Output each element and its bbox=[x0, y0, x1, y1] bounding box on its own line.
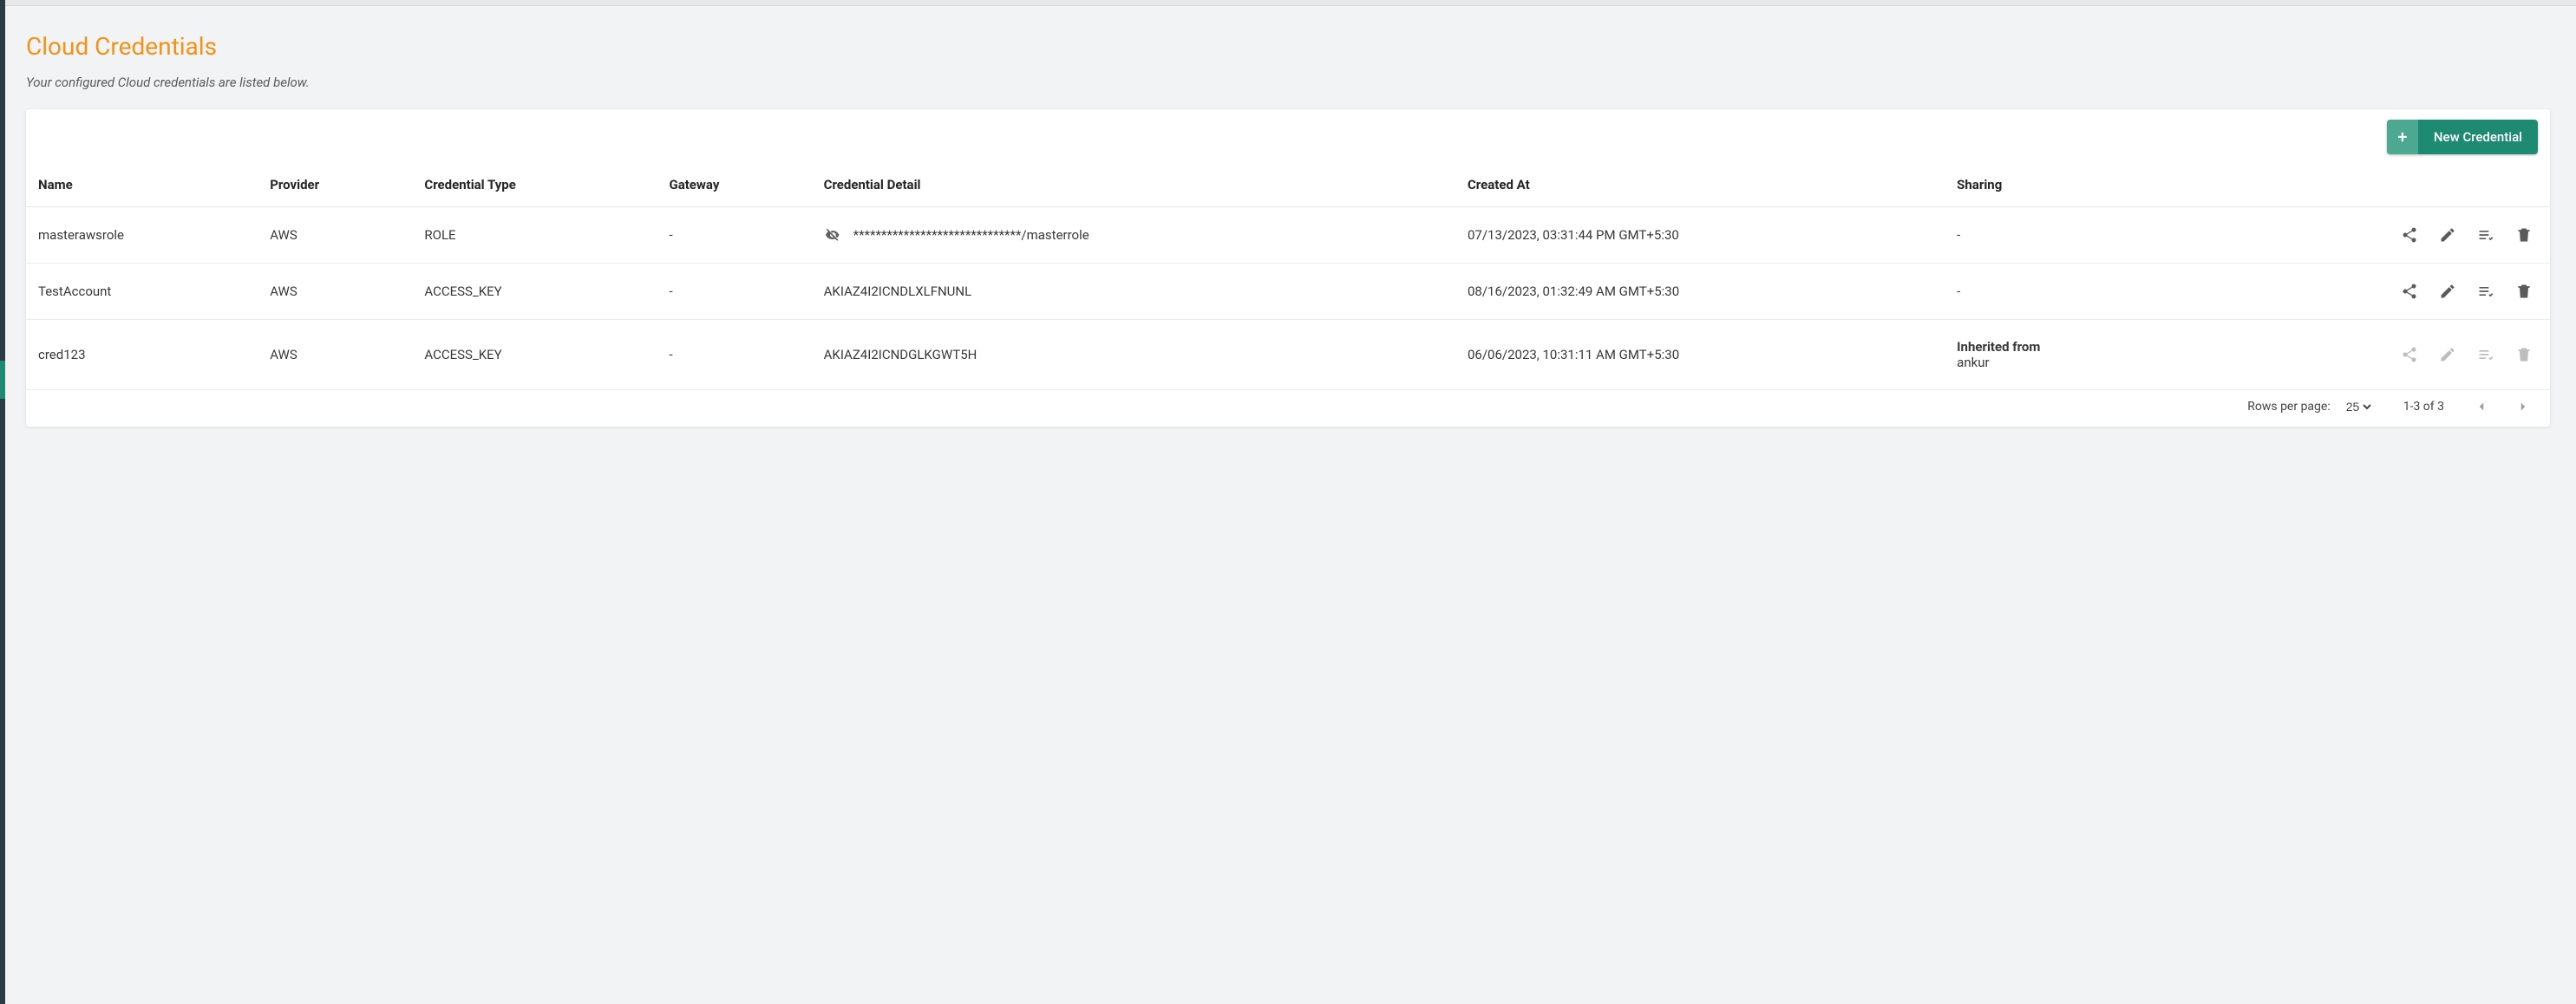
cell-detail: AKIAZ4I2ICNDGLKGWT5H bbox=[812, 320, 1455, 390]
cell-type: ACCESS_KEY bbox=[412, 320, 657, 390]
edit-icon bbox=[2439, 346, 2456, 363]
cell-created: 06/06/2023, 10:31:11 AM GMT+5:30 bbox=[1455, 320, 1945, 390]
cell-name: cred123 bbox=[26, 320, 258, 390]
detail-text: ******************************/masterrol… bbox=[853, 227, 1089, 243]
detail-text: AKIAZ4I2ICNDLXLFNUNL bbox=[824, 284, 972, 299]
cell-gateway: - bbox=[657, 264, 811, 320]
visibility-off-icon[interactable] bbox=[824, 226, 841, 244]
rows-per-page-label: Rows per page: bbox=[2247, 400, 2330, 414]
share-icon[interactable] bbox=[2401, 226, 2418, 244]
trash-icon[interactable] bbox=[2515, 283, 2533, 300]
cell-detail: AKIAZ4I2ICNDLXLFNUNL bbox=[812, 264, 1455, 320]
col-actions bbox=[2202, 163, 2550, 207]
plus-icon: + bbox=[2387, 120, 2418, 154]
page-range: 1-3 of 3 bbox=[2403, 400, 2444, 414]
credentials-card: + New Credential Name Provider Credentia… bbox=[26, 109, 2550, 427]
page-subtitle: Your configured Cloud credentials are li… bbox=[26, 75, 2550, 90]
col-provider[interactable]: Provider bbox=[258, 163, 412, 207]
share-icon[interactable] bbox=[2401, 283, 2418, 300]
new-credential-label: New Credential bbox=[2418, 120, 2538, 154]
edit-icon[interactable] bbox=[2439, 283, 2456, 300]
playlist-check-icon[interactable] bbox=[2477, 283, 2494, 300]
topbar-divider bbox=[0, 0, 2576, 6]
cell-sharing: Inherited fromankur bbox=[1945, 320, 2202, 390]
cell-created: 07/13/2023, 03:31:44 PM GMT+5:30 bbox=[1455, 207, 1945, 264]
trash-icon bbox=[2515, 346, 2533, 363]
cell-actions bbox=[2202, 320, 2550, 390]
cell-name: TestAccount bbox=[26, 264, 258, 320]
col-gateway[interactable]: Gateway bbox=[657, 163, 811, 207]
detail-text: AKIAZ4I2ICNDGLKGWT5H bbox=[824, 347, 977, 362]
rows-per-page-select[interactable]: 25 bbox=[2343, 399, 2374, 414]
cell-gateway: - bbox=[657, 207, 811, 264]
sidebar-sliver bbox=[0, 0, 5, 1004]
cell-sharing: - bbox=[1945, 207, 2202, 264]
cell-detail: ******************************/masterrol… bbox=[812, 207, 1455, 264]
col-created[interactable]: Created At bbox=[1455, 163, 1945, 207]
col-name[interactable]: Name bbox=[26, 163, 258, 207]
sharing-secondary: ankur bbox=[1957, 355, 2190, 370]
cell-created: 08/16/2023, 01:32:49 AM GMT+5:30 bbox=[1455, 264, 1945, 320]
sharing-primary: Inherited from bbox=[1957, 339, 2190, 355]
cell-actions bbox=[2202, 264, 2550, 320]
col-sharing[interactable]: Sharing bbox=[1945, 163, 2202, 207]
prev-page-button[interactable] bbox=[2474, 399, 2489, 414]
page-title: Cloud Credentials bbox=[26, 32, 2550, 61]
edit-icon[interactable] bbox=[2439, 226, 2456, 244]
cell-name: masterawsrole bbox=[26, 207, 258, 264]
credentials-table: Name Provider Credential Type Gateway Cr… bbox=[26, 163, 2550, 390]
cell-provider: AWS bbox=[258, 264, 412, 320]
table-row: TestAccountAWSACCESS_KEY-AKIAZ4I2ICNDLXL… bbox=[26, 264, 2550, 320]
share-icon bbox=[2401, 346, 2418, 363]
playlist-check-icon bbox=[2477, 346, 2494, 363]
table-row: masterawsroleAWSROLE-*******************… bbox=[26, 207, 2550, 264]
sidebar-active-accent bbox=[0, 361, 5, 399]
playlist-check-icon[interactable] bbox=[2477, 226, 2494, 244]
cell-type: ROLE bbox=[412, 207, 657, 264]
cell-gateway: - bbox=[657, 320, 811, 390]
col-detail[interactable]: Credential Detail bbox=[812, 163, 1455, 207]
table-pager: Rows per page: 25 1-3 of 3 bbox=[26, 390, 2550, 427]
cell-actions bbox=[2202, 207, 2550, 264]
new-credential-button[interactable]: + New Credential bbox=[2387, 120, 2538, 154]
table-row: cred123AWSACCESS_KEY-AKIAZ4I2ICNDGLKGWT5… bbox=[26, 320, 2550, 390]
cell-provider: AWS bbox=[258, 320, 412, 390]
next-page-button[interactable] bbox=[2515, 399, 2531, 414]
col-type[interactable]: Credential Type bbox=[412, 163, 657, 207]
table-header-row: Name Provider Credential Type Gateway Cr… bbox=[26, 163, 2550, 207]
trash-icon[interactable] bbox=[2515, 226, 2533, 244]
cell-type: ACCESS_KEY bbox=[412, 264, 657, 320]
cell-sharing: - bbox=[1945, 264, 2202, 320]
cell-provider: AWS bbox=[258, 207, 412, 264]
